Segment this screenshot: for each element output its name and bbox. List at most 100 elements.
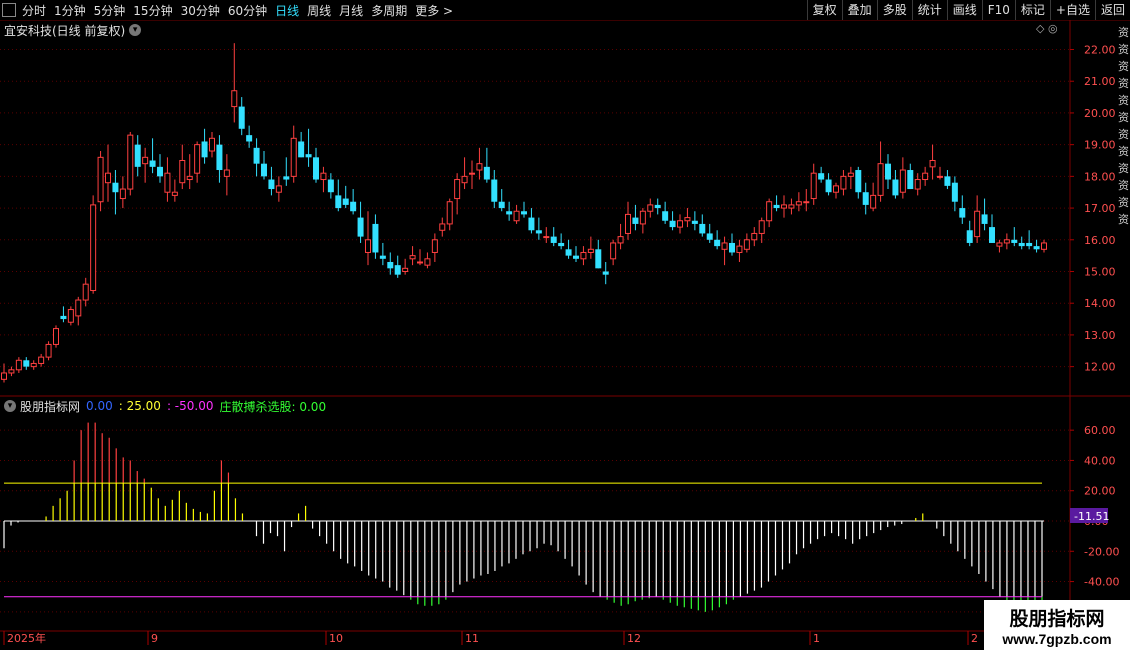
toolbar-button-4[interactable]: 画线 — [946, 0, 982, 20]
candle-body — [30, 362, 37, 368]
indicator-value-1: 0.00 — [86, 399, 113, 413]
candle-body — [327, 179, 334, 193]
candle-body — [8, 369, 15, 374]
time-tick-label: 2025年 — [7, 631, 46, 645]
toolbar-button-3[interactable]: 统计 — [911, 0, 947, 20]
candle-body — [699, 223, 706, 234]
candle-body — [387, 261, 394, 269]
candle-body — [743, 239, 750, 250]
period-tab-0[interactable]: 分时 — [22, 2, 46, 19]
candle-body — [261, 163, 267, 177]
candle-body — [305, 154, 312, 158]
candle-body — [149, 160, 156, 167]
candle-body — [424, 258, 431, 266]
indicator-name[interactable]: 股朋指标网 — [20, 398, 80, 415]
candle-body — [706, 233, 713, 240]
time-tick-label: 12 — [627, 632, 641, 645]
chevron-down-icon[interactable]: ▾ — [129, 24, 142, 36]
watermark-url: www.7gpzb.com — [1002, 631, 1112, 647]
stock-chart[interactable]: 22.0021.0020.0019.0018.0017.0016.0015.00… — [0, 0, 1130, 650]
candle-body — [171, 191, 178, 196]
toolbar-button-0[interactable]: 复权 — [806, 0, 842, 20]
candle-body — [402, 267, 409, 272]
candle-body — [1041, 242, 1047, 250]
price-tick-label: 22.00 — [1084, 44, 1116, 57]
candle-body — [788, 204, 795, 209]
stock-title: 宜安科技(日线 前复权) — [4, 23, 126, 38]
candle-body — [372, 223, 379, 253]
candle-body — [417, 261, 423, 264]
candle-body — [691, 220, 698, 224]
candle-body — [313, 157, 319, 180]
candle-body — [937, 175, 943, 178]
candle-body — [1003, 239, 1010, 244]
candle-body — [966, 230, 973, 243]
candle-body — [684, 217, 691, 222]
period-tab-1[interactable]: 1分钟 — [54, 2, 86, 19]
candle-body — [342, 198, 349, 205]
candle-body — [625, 213, 631, 234]
candle-body — [959, 208, 966, 218]
candle-body — [758, 220, 765, 234]
period-tab-2[interactable]: 5分钟 — [94, 2, 126, 19]
toolbar-button-6[interactable]: 标记 — [1014, 0, 1050, 20]
candle-body — [320, 172, 327, 181]
period-tab-9[interactable]: 多周期 — [371, 2, 407, 19]
candle-body — [506, 211, 513, 215]
candle-body — [781, 204, 787, 209]
indicator-value-3: : -50.00 — [166, 399, 214, 413]
time-tick-label: 11 — [465, 632, 479, 645]
period-tab-8[interactable]: 月线 — [339, 2, 363, 19]
candle-body — [431, 239, 438, 253]
current-value-label: -11.51 — [1074, 510, 1109, 523]
candle-body — [365, 239, 371, 253]
period-tab-10[interactable]: 更多 > — [415, 2, 453, 19]
candle-body — [751, 232, 758, 241]
indicator-header: ▾ 股朋指标网 0.00 : 25.00 : -50.00 庄散搏杀选股: 0.… — [4, 398, 332, 414]
candle-body — [394, 265, 401, 275]
period-tab-7[interactable]: 周线 — [307, 2, 331, 19]
price-tick-label: 13.00 — [1084, 329, 1116, 342]
candle-body — [238, 106, 245, 129]
candle-body — [209, 137, 215, 152]
toolbar-button-1[interactable]: 叠加 — [841, 0, 877, 20]
period-tab-6[interactable]: 日线 — [275, 2, 299, 19]
candle-body — [186, 175, 193, 181]
candle-body — [119, 188, 126, 200]
candle-body — [996, 242, 1003, 247]
candle-body — [164, 172, 171, 193]
candle-body — [855, 170, 862, 193]
candle-body — [632, 217, 639, 224]
window-icon[interactable] — [2, 3, 16, 17]
period-tab-4[interactable]: 30分钟 — [181, 2, 220, 19]
candle-body — [610, 242, 617, 260]
toolbar-button-8[interactable]: 返回 — [1094, 0, 1130, 20]
chevron-down-icon[interactable]: ▾ — [4, 400, 16, 412]
toolbar-button-2[interactable]: 多股 — [876, 0, 912, 20]
toolbar-button-7[interactable]: +自选 — [1049, 0, 1095, 20]
candle-body — [580, 251, 587, 260]
candle-body — [483, 166, 490, 180]
candle-body — [112, 182, 119, 193]
price-tick-label: 20.00 — [1084, 107, 1116, 120]
candle-body — [595, 249, 602, 269]
candle-body — [795, 201, 802, 206]
candle-body — [840, 175, 847, 190]
period-tab-5[interactable]: 60分钟 — [228, 2, 267, 19]
candle-body — [899, 169, 906, 193]
candle-body — [357, 217, 364, 237]
candle-body — [877, 163, 884, 196]
candle-body — [290, 137, 297, 177]
price-tick-label: 17.00 — [1084, 202, 1116, 215]
view-toggle-icons[interactable]: ◇ ◎ — [1036, 22, 1058, 35]
candle-body — [521, 211, 527, 215]
candle-body — [223, 169, 230, 177]
candle-body — [528, 217, 535, 231]
candle-body — [885, 163, 891, 180]
indicator-tick-label: -20.00 — [1084, 545, 1119, 558]
period-tab-3[interactable]: 15分钟 — [133, 2, 172, 19]
toolbar-button-5[interactable]: F10 — [981, 0, 1015, 20]
price-tick-label: 18.00 — [1084, 170, 1116, 183]
candle-body — [97, 156, 104, 203]
price-tick-label: 12.00 — [1084, 361, 1116, 374]
